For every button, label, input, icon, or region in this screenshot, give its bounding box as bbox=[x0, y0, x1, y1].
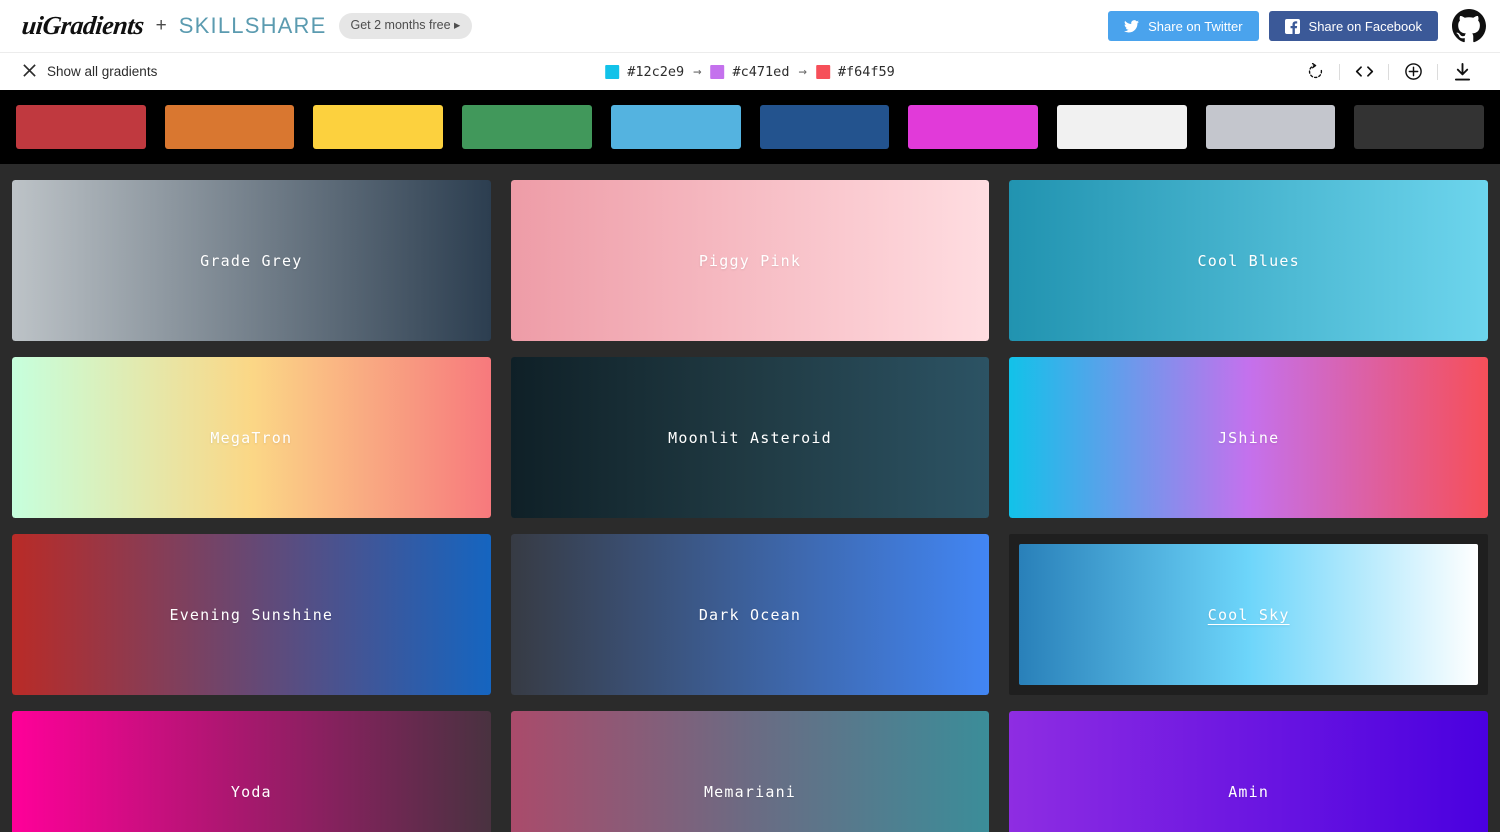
gradient-preview bbox=[12, 711, 491, 832]
color-stop-2-label: #c471ed bbox=[732, 63, 790, 80]
color-stop-1[interactable]: #12c2e9 bbox=[605, 64, 684, 80]
header-actions: Share on Twitter Share on Facebook bbox=[1108, 9, 1486, 43]
share-on-facebook-button[interactable]: Share on Facebook bbox=[1268, 11, 1438, 41]
gradient-preview bbox=[510, 711, 990, 832]
gradient-grid: Grade Grey Piggy Pink Cool Blues MegaTron Mo… bbox=[0, 164, 1500, 832]
gradient-card[interactable]: Moonlit Asteroid bbox=[510, 357, 990, 518]
plus-separator: + bbox=[155, 15, 167, 36]
gradient-name: Evening Sunshine bbox=[169, 605, 334, 624]
close-icon bbox=[22, 63, 37, 81]
app-header: uiGradients + SKILLSHARE Get 2 months fr… bbox=[0, 0, 1500, 52]
gradient-card[interactable]: Cool Blues bbox=[1009, 180, 1488, 341]
gradient-name: Amin bbox=[1228, 782, 1270, 801]
promo-badge[interactable]: Get 2 months free ▸ bbox=[338, 13, 473, 39]
color-stop-3-chip bbox=[815, 64, 830, 79]
share-facebook-label: Share on Facebook bbox=[1308, 18, 1422, 34]
gradient-name: Cool Sky bbox=[1207, 605, 1290, 624]
gradient-card[interactable]: Yoda bbox=[12, 711, 491, 832]
swatch-orange[interactable] bbox=[164, 105, 295, 149]
color-stop-1-label: #12c2e9 bbox=[627, 63, 685, 80]
color-stop-3-label: #f64f59 bbox=[837, 63, 895, 80]
gradient-preview bbox=[1009, 711, 1488, 832]
swatch-red[interactable] bbox=[16, 105, 146, 149]
gradient-card[interactable]: Piggy Pink bbox=[510, 180, 990, 341]
gradient-card[interactable]: MegaTron bbox=[12, 357, 491, 518]
color-stop-1-chip bbox=[605, 64, 620, 79]
swatch-black[interactable] bbox=[1354, 105, 1485, 149]
facebook-icon bbox=[1284, 18, 1300, 34]
gradient-card[interactable]: Amin bbox=[1009, 711, 1488, 832]
gradient-name: Moonlit Asteroid bbox=[668, 428, 832, 447]
twitter-icon bbox=[1124, 19, 1140, 33]
gradient-card[interactable]: Memariani bbox=[510, 711, 990, 832]
skillshare-partner-link[interactable]: SKILLSHARE bbox=[179, 13, 327, 39]
gradient-card[interactable]: Dark Ocean bbox=[510, 534, 990, 695]
show-all-gradients-label: Show all gradients bbox=[47, 64, 158, 79]
gradient-name: Grade Grey bbox=[200, 251, 303, 270]
gradient-toolbar: Show all gradients #12c2e9 → #c471ed → #… bbox=[0, 52, 1500, 90]
color-stop-2-chip bbox=[710, 64, 725, 79]
swatch-white[interactable] bbox=[1056, 105, 1187, 149]
share-on-twitter-button[interactable]: Share on Twitter bbox=[1108, 11, 1259, 41]
gradient-name: Yoda bbox=[230, 782, 272, 801]
swatch-green[interactable] bbox=[462, 105, 592, 149]
gradient-name: MegaTron bbox=[210, 428, 293, 447]
gradient-card[interactable]: JShine bbox=[1009, 357, 1488, 518]
toolbar-actions bbox=[1291, 62, 1486, 81]
share-twitter-label: Share on Twitter bbox=[1148, 18, 1243, 34]
show-all-gradients-button[interactable]: Show all gradients bbox=[22, 63, 157, 81]
github-icon[interactable] bbox=[1452, 9, 1486, 43]
gradient-name: Memariani bbox=[703, 782, 797, 801]
gradient-card[interactable]: Cool Sky bbox=[1009, 534, 1488, 695]
gradient-card[interactable]: Evening Sunshine bbox=[12, 534, 491, 695]
uigradients-logo[interactable]: uiGradients bbox=[20, 11, 146, 41]
stop-arrow-2: → bbox=[798, 63, 807, 80]
swatch-magenta[interactable] bbox=[908, 105, 1038, 149]
swatch-darkblue[interactable] bbox=[759, 105, 890, 149]
swatch-grey[interactable] bbox=[1205, 105, 1336, 149]
brand-group: uiGradients + SKILLSHARE Get 2 months fr… bbox=[20, 11, 473, 41]
download-icon[interactable] bbox=[1438, 62, 1486, 81]
swatch-lightblue[interactable] bbox=[610, 105, 741, 149]
gradient-name: Dark Ocean bbox=[698, 605, 802, 624]
stop-arrow-1: → bbox=[693, 63, 702, 80]
gradient-name: JShine bbox=[1217, 428, 1280, 447]
color-palette-strip bbox=[0, 90, 1500, 164]
plus-circle-icon[interactable] bbox=[1389, 62, 1437, 81]
code-icon[interactable] bbox=[1340, 63, 1388, 80]
gradient-name: Cool Blues bbox=[1197, 251, 1300, 270]
gradient-name: Piggy Pink bbox=[698, 251, 802, 270]
gradient-color-stops: #12c2e9 → #c471ed → #f64f59 bbox=[605, 64, 895, 80]
gradient-card[interactable]: Grade Grey bbox=[12, 180, 491, 341]
color-stop-3[interactable]: #f64f59 bbox=[815, 63, 895, 80]
rotate-icon[interactable] bbox=[1291, 63, 1339, 80]
swatch-yellow[interactable] bbox=[313, 105, 444, 149]
color-stop-2[interactable]: #c471ed bbox=[710, 63, 790, 80]
